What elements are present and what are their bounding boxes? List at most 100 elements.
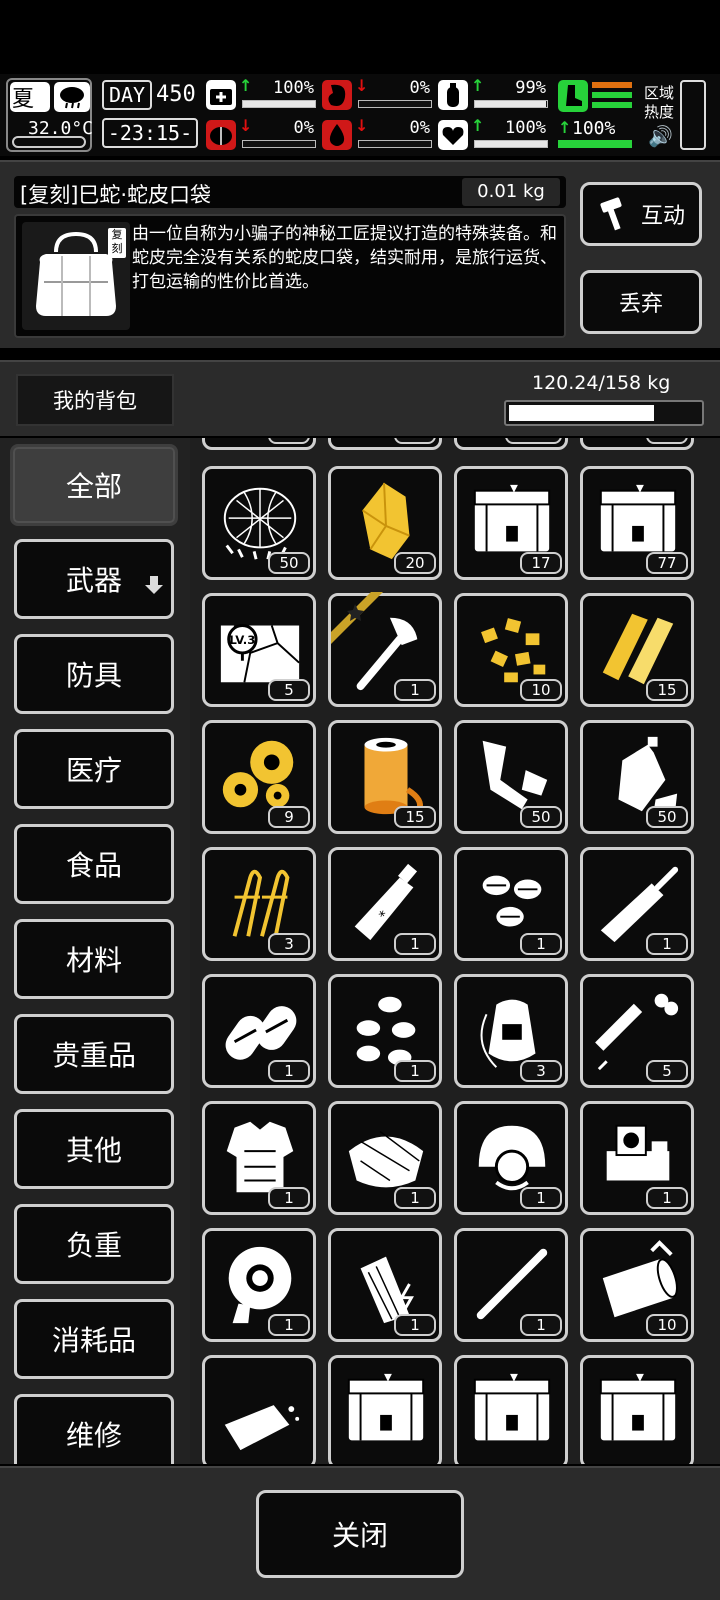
- category-tab[interactable]: 医疗: [14, 729, 174, 809]
- inventory-slot[interactable]: 50: [580, 720, 694, 834]
- category-sidebar[interactable]: 全部武器防具医疗食品材料贵重品其他负重消耗品维修: [0, 438, 190, 1464]
- season-label: 夏: [12, 87, 35, 112]
- rain-cloud-icon: [54, 82, 90, 112]
- inventory-slot[interactable]: 77: [580, 466, 694, 580]
- item-count: 999+: [504, 438, 562, 444]
- category-label: 材料: [65, 944, 122, 977]
- boot-icon: [558, 80, 588, 112]
- vital-value: 0%: [409, 118, 430, 138]
- category-tab[interactable]: 贵重品: [14, 1014, 174, 1094]
- discard-button[interactable]: 丢弃: [580, 270, 702, 334]
- item-count: 10: [646, 1314, 688, 1336]
- category-label: 贵重品: [51, 1039, 136, 1072]
- inventory-slot[interactable]: 1: [454, 847, 568, 961]
- inventory-slot[interactable]: 1: [328, 974, 442, 1088]
- inventory-slot[interactable]: 1: [202, 1228, 316, 1342]
- inventory-slot[interactable]: 9: [202, 720, 316, 834]
- interact-button[interactable]: 互动: [580, 182, 702, 246]
- zone-heat-meter: [680, 80, 706, 150]
- inventory-slot[interactable]: [454, 1355, 568, 1464]
- inventory-slot[interactable]: 3: [454, 974, 568, 1088]
- item-count: 1: [394, 1187, 436, 1209]
- item-count: 1: [268, 1314, 310, 1336]
- inventory-slot[interactable]: 20: [328, 466, 442, 580]
- item-count: 6: [268, 438, 310, 444]
- zone-heat-panel[interactable]: 区域热度 🔊: [640, 78, 716, 152]
- inventory-slot[interactable]: 10: [580, 1228, 694, 1342]
- inventory-slot[interactable]: 1: [454, 1228, 568, 1342]
- season-icon: 夏: [10, 82, 50, 112]
- inventory-slot[interactable]: 38: [580, 438, 694, 450]
- day-label: DAY: [102, 80, 152, 110]
- backpack-weight: 120.24/158 kg: [532, 372, 671, 394]
- inventory-slot[interactable]: 6: [202, 438, 316, 450]
- inventory-slot[interactable]: 5: [580, 974, 694, 1088]
- inventory-slot[interactable]: 10: [454, 593, 568, 707]
- trend-down-icon: ↓: [355, 76, 369, 95]
- speaker-icon[interactable]: 🔊: [648, 124, 673, 148]
- inventory-slot[interactable]: 3: [202, 847, 316, 961]
- item-count: 15: [394, 806, 436, 828]
- item-count: 50: [520, 806, 562, 828]
- inventory-slot[interactable]: 1: [454, 1101, 568, 1215]
- stamina-value: 100%: [572, 118, 616, 139]
- category-tab[interactable]: 防具: [14, 634, 174, 714]
- category-tab[interactable]: 食品: [14, 824, 174, 904]
- inventory-slot[interactable]: 15: [328, 720, 442, 834]
- inventory-slot[interactable]: 9: [328, 438, 442, 450]
- item-count: 1: [646, 933, 688, 955]
- inventory-slot[interactable]: 1: [328, 592, 442, 707]
- item-count: 1: [520, 1314, 562, 1336]
- footer: 关闭: [0, 1466, 720, 1600]
- item-count: 20: [394, 552, 436, 574]
- thermometer-icon: [12, 136, 86, 148]
- vital-bar: [474, 140, 548, 148]
- category-tab[interactable]: 消耗品: [14, 1299, 174, 1379]
- backpack-weight-bar: [504, 400, 704, 426]
- category-tab[interactable]: 武器: [14, 539, 174, 619]
- inventory-slot[interactable]: LV.3 5: [202, 593, 316, 707]
- item-image: 复刻: [22, 222, 130, 330]
- category-tab[interactable]: 负重: [14, 1204, 174, 1284]
- inventory-slot[interactable]: [580, 1355, 694, 1464]
- inventory-grid[interactable]: 69999+3850201777LV.351101591550503*11111…: [190, 438, 720, 1464]
- vital-value: 100%: [273, 78, 314, 98]
- supply-crate-icon: [599, 1373, 677, 1441]
- vital-value: 99%: [515, 78, 546, 98]
- remake-badge: 复刻: [108, 228, 126, 258]
- inventory-slot[interactable]: 1: [328, 1101, 442, 1215]
- inventory-slot[interactable]: 1: [580, 1101, 694, 1215]
- inventory-slot[interactable]: 1: [202, 1101, 316, 1215]
- stamina-stripe: [592, 102, 632, 108]
- inventory-slot[interactable]: 999+: [454, 438, 568, 450]
- vital-bar: [474, 100, 548, 108]
- inventory-slot[interactable]: 1: [202, 974, 316, 1088]
- inventory-slot[interactable]: 50: [454, 720, 568, 834]
- inventory-slot[interactable]: [202, 1355, 316, 1464]
- inventory-slot[interactable]: [328, 1355, 442, 1464]
- trend-up-icon: ↑: [471, 76, 485, 95]
- vital-value: 100%: [505, 118, 546, 138]
- category-tab[interactable]: 全部: [10, 444, 178, 526]
- close-button[interactable]: 关闭: [256, 1490, 464, 1578]
- item-detail-box: 复刻 由一位自称为小骗子的神秘工匠提议打造的特殊装备。和蛇皮完全没有关系的蛇皮口…: [14, 214, 566, 338]
- item-name: [复刻]巳蛇·蛇皮口袋: [20, 183, 212, 207]
- backpack-tab[interactable]: 我的背包: [16, 374, 174, 426]
- inventory-slot[interactable]: 1: [328, 1228, 442, 1342]
- category-tab[interactable]: 其他: [14, 1109, 174, 1189]
- stomach-icon: [322, 80, 352, 110]
- stamina-bar: [558, 140, 632, 148]
- inventory-slot[interactable]: 1: [580, 847, 694, 961]
- category-tab[interactable]: 材料: [14, 919, 174, 999]
- inventory-slot[interactable]: 15: [580, 593, 694, 707]
- day-time-panel: DAY 450 -23:15-: [102, 78, 198, 152]
- inventory-slot[interactable]: 17: [454, 466, 568, 580]
- vital-stat: ↓ 0%: [206, 116, 318, 154]
- item-count: 9: [394, 438, 436, 444]
- hammer-icon: [600, 197, 622, 231]
- category-tab[interactable]: 维修: [14, 1394, 174, 1464]
- category-label: 其他: [65, 1134, 122, 1167]
- inventory-slot[interactable]: 50: [202, 466, 316, 580]
- inventory-slot[interactable]: * 1: [328, 847, 442, 961]
- item-count: 3: [268, 933, 310, 955]
